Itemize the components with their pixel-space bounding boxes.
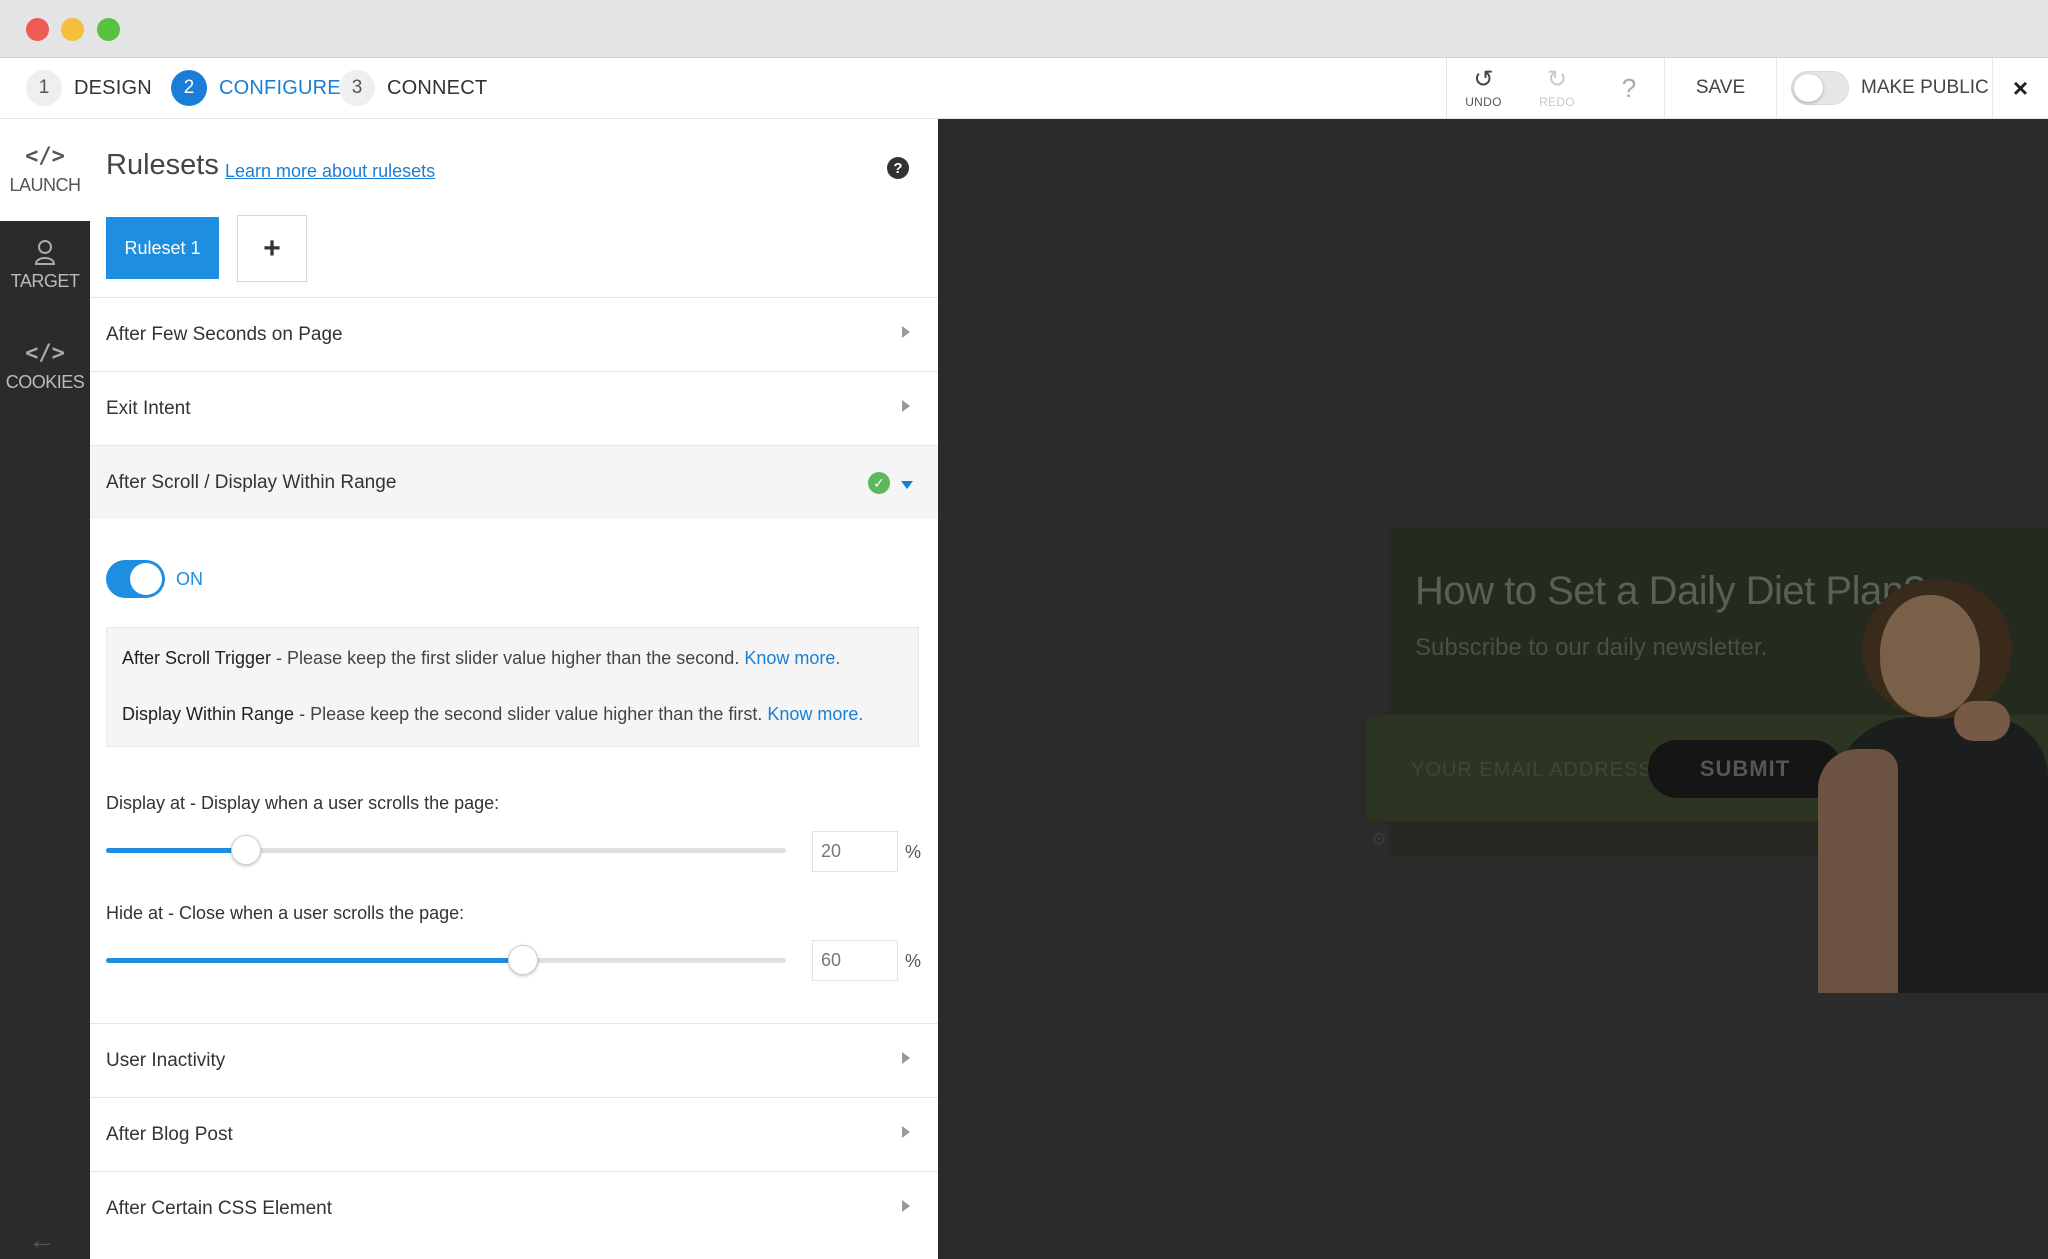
toggle-knob [1794,74,1823,102]
step-design[interactable]: 1 DESIGN [26,67,152,109]
redo-icon: ↻ [1546,65,1568,93]
step-configure[interactable]: 2 CONFIGURE [171,67,341,109]
toggle-state-label: ON [176,569,203,589]
info-text: - Please keep the second slider value hi… [294,704,768,724]
redo-button[interactable]: ↻ REDO [1520,58,1594,118]
chevron-right-icon [902,1126,910,1138]
learn-more-link[interactable]: Learn more about rulesets [225,161,435,182]
display-at-slider[interactable] [106,835,786,865]
add-ruleset-button[interactable]: + [237,215,307,282]
display-at-input[interactable] [812,831,898,872]
make-public-control: MAKE PUBLIC [1776,58,1992,118]
gear-icon: ⚙ [1371,829,1388,849]
rule-row-after-blog-post[interactable]: After Blog Post [90,1097,938,1171]
info-line: Display Within Range - Please keep the s… [122,702,903,726]
know-more-link[interactable]: Know more. [744,648,840,668]
submit-button: SUBMIT [1648,740,1842,798]
step-label: CONNECT [387,76,488,99]
hide-at-label: Hide at - Close when a user scrolls the … [106,903,465,923]
step-number: 1 [26,70,62,106]
tab-ruleset-1[interactable]: Ruleset 1 [106,217,219,279]
photo-shape [1818,749,1898,993]
rule-row-exit-intent[interactable]: Exit Intent [90,371,938,445]
step-label: DESIGN [74,76,152,99]
make-public-toggle[interactable] [1791,71,1849,105]
rulesets-panel: Rulesets Learn more about rulesets ? Rul… [90,119,938,1259]
chevron-right-icon [902,1200,910,1212]
question-icon: ? [1621,73,1637,103]
preview-area: How to Set a Daily Diet Plan? Subscribe … [938,119,2048,1259]
help-button[interactable]: ? [1594,58,1664,118]
know-more-link[interactable]: Know more. [767,704,863,724]
photo-shape [1880,595,1980,717]
step-number: 3 [339,70,375,106]
info-title: Display Within Range [122,704,295,724]
back-arrow-icon[interactable]: ← [28,1224,56,1256]
info-title: After Scroll Trigger [122,648,272,668]
rule-row-after-scroll[interactable]: After Scroll / Display Within Range ✓ [90,445,938,519]
toggle-knob [130,563,162,595]
top-toolbar: 1 DESIGN 2 CONFIGURE 3 CONNECT ↺ UNDO ↻ … [0,58,2048,119]
undo-label: UNDO [1465,94,1502,109]
slider-fill [106,848,246,853]
rule-label: After Scroll / Display Within Range [106,471,397,493]
popup-subtitle: Subscribe to our daily newsletter. [1415,634,1768,661]
step-connect[interactable]: 3 CONNECT [339,67,487,109]
chevron-right-icon [902,326,910,338]
chevron-right-icon [902,400,910,412]
slider-fill [106,958,523,963]
rule-label: Exit Intent [106,397,191,419]
percent-unit: % [905,951,922,971]
woman-photo [1818,469,2048,993]
photo-shape [1954,701,2010,741]
rail-item-label: LAUNCH [9,175,81,195]
step-number: 2 [171,70,207,106]
rail-item-label: TARGET [10,271,80,291]
rail-item-target[interactable]: TARGET [0,239,90,292]
maximize-window-button[interactable] [97,18,120,41]
rule-label: After Blog Post [106,1123,233,1145]
save-button[interactable]: SAVE [1664,58,1776,118]
redo-label: REDO [1539,94,1575,109]
hide-at-slider[interactable] [106,945,786,975]
rail-item-launch[interactable]: </> LAUNCH [0,119,90,221]
minimize-window-button[interactable] [61,18,84,41]
help-icon[interactable]: ? [887,157,909,179]
email-field: YOUR EMAIL ADDRESS [1411,759,1653,781]
close-window-button[interactable] [26,18,49,41]
code-icon: </> [25,144,65,169]
save-label: SAVE [1695,77,1746,98]
slider-thumb[interactable] [508,945,538,975]
info-box: After Scroll Trigger - Please keep the f… [106,627,919,747]
user-icon [34,240,56,265]
step-label: CONFIGURE [219,76,341,99]
rule-row-after-few-seconds[interactable]: After Few Seconds on Page [90,297,938,371]
display-at-label: Display at - Display when a user scrolls… [106,793,500,813]
left-rail: </> LAUNCH TARGET </> COOKIES ← [0,119,90,1259]
hide-at-input[interactable] [812,940,898,981]
rule-label: After Few Seconds on Page [106,323,343,345]
info-text: - Please keep the first slider value hig… [271,648,745,668]
info-line: After Scroll Trigger - Please keep the f… [122,646,903,670]
close-icon[interactable]: × [1992,58,2048,118]
rule-label: User Inactivity [106,1049,226,1071]
undo-icon: ↺ [1473,65,1494,93]
rail-item-cookies[interactable]: </> COOKIES [0,341,90,393]
page-title: Rulesets [106,149,219,181]
code-icon: </> [25,341,65,366]
check-circle-icon: ✓ [868,472,890,494]
rule-label: After Certain CSS Element [106,1197,332,1219]
rail-item-label: COOKIES [5,372,85,392]
chevron-down-icon [901,481,913,489]
rule-row-user-inactivity[interactable]: User Inactivity [90,1023,938,1097]
make-public-label: MAKE PUBLIC [1861,77,1989,98]
chevron-right-icon [902,1052,910,1064]
rule-row-after-css-element[interactable]: After Certain CSS Element [90,1171,938,1245]
window-titlebar [0,0,2048,58]
undo-button[interactable]: ↺ UNDO [1446,58,1520,118]
percent-unit: % [905,842,922,862]
after-scroll-toggle[interactable] [106,560,165,598]
slider-thumb[interactable] [231,835,261,865]
